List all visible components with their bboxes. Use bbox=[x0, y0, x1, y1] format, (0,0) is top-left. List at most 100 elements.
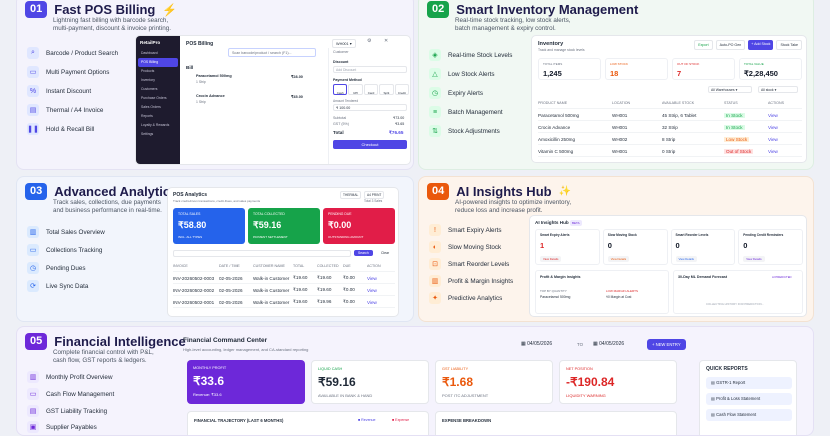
stat-card: TOTAL SALES ₹58.80 INCL. ALL TYPES bbox=[173, 208, 245, 244]
stat-card: TOTAL COLLECTED ₹59.16 PAYMENT SETTLEMEN… bbox=[248, 208, 320, 244]
store-select[interactable]: WH001 ▾ bbox=[332, 39, 356, 48]
wallet-icon: ▭ bbox=[27, 388, 39, 400]
warehouse-filter[interactable]: All Warehouses ▾ bbox=[708, 86, 752, 93]
view-link[interactable]: View bbox=[768, 149, 802, 154]
clear-button[interactable]: Clear bbox=[378, 250, 392, 256]
view-link[interactable]: View bbox=[768, 137, 802, 142]
checkout-button[interactable]: Checkout bbox=[333, 140, 407, 149]
view-link[interactable]: View bbox=[367, 276, 387, 281]
payment-option[interactable]: Cash bbox=[333, 84, 348, 95]
table-header: PRODUCT NAME LOCATION AVAILABLE STOCK STATU… bbox=[538, 98, 802, 109]
feature-item: ▤ GST Liability Tracking bbox=[27, 405, 107, 417]
section-analytics: 03 Advanced Analytics ▮▮ Track sales, co… bbox=[16, 176, 414, 322]
table-cell: In Stock bbox=[724, 124, 768, 130]
table-cell: DUE bbox=[343, 264, 351, 268]
date-from[interactable]: ▦ 04/05/2026 bbox=[521, 341, 552, 347]
view-link[interactable]: View bbox=[367, 300, 387, 305]
status-badge: In Stock bbox=[724, 124, 745, 130]
sync-icon: ⟳ bbox=[27, 280, 39, 292]
a4-print-tab[interactable]: A4 PRINT bbox=[364, 191, 385, 199]
section-inventory: 02 Smart Inventory Management Real-time … bbox=[418, 0, 814, 170]
payment-option[interactable]: Split bbox=[379, 84, 394, 95]
sidebar-item[interactable]: Customers bbox=[138, 85, 178, 94]
view-details-button[interactable]: View Details bbox=[607, 256, 630, 262]
analytics-subtitle: Track credit-driven transactions, credit… bbox=[173, 199, 261, 203]
search-button[interactable]: Search bbox=[354, 250, 373, 256]
printer-icon: ▤ bbox=[27, 104, 39, 116]
new-entry-button[interactable]: + NEW ENTRY bbox=[647, 339, 686, 350]
sidebar-item[interactable]: Products bbox=[138, 67, 178, 76]
table-cell: Crocin Advance bbox=[538, 124, 571, 130]
expense-card: EXPENSE BREAKDOWN bbox=[435, 411, 677, 435]
stat-card: LOW STOCK 18 bbox=[605, 58, 668, 80]
payment-option[interactable]: Credit bbox=[394, 84, 410, 95]
sidebar-item[interactable]: Dashboard bbox=[138, 49, 178, 58]
insight-label: Slow Moving Stock bbox=[607, 233, 637, 237]
discount-label: Discount bbox=[333, 60, 349, 64]
stock-filter[interactable]: All stock ▾ bbox=[758, 86, 798, 93]
table-cell: Walk-in Customer bbox=[253, 275, 290, 281]
sidebar-item[interactable]: Reports bbox=[138, 112, 178, 121]
table-cell: AVAILABLE STOCK bbox=[662, 101, 695, 105]
stat-label: TOTAL VALUE bbox=[744, 62, 764, 66]
view-details-button[interactable]: View Details bbox=[743, 256, 765, 262]
feature-item: ◐ Slow Moving Stock bbox=[429, 241, 501, 253]
thermal-tab[interactable]: THERMAL bbox=[340, 191, 362, 199]
table-cell: ACTIONS bbox=[768, 101, 784, 105]
total-value: ₹76.65 bbox=[389, 130, 404, 135]
amount-input[interactable]: ₹ 100.00 bbox=[333, 104, 407, 111]
feature-item: ◷ Pending Dues bbox=[27, 262, 86, 274]
sidebar-item[interactable]: Loyalty & Rewards bbox=[138, 121, 178, 130]
sidebar-item[interactable]: Inventory bbox=[138, 76, 178, 85]
table-cell: Walk-in Customer bbox=[253, 287, 290, 293]
payment-option[interactable]: Card bbox=[363, 84, 379, 95]
customer-label: Customer bbox=[333, 50, 349, 54]
cart-icon: ⊡ bbox=[429, 258, 441, 270]
sidebar-item[interactable]: Settings bbox=[138, 130, 178, 139]
payment-option[interactable]: UPI bbox=[348, 84, 363, 95]
report-link[interactable]: ▤ Cash Flow Statement bbox=[706, 409, 792, 421]
table-cell: 45 Strip, 6 Tablet bbox=[662, 112, 697, 118]
sales-count: Total 3 Sales bbox=[364, 199, 383, 203]
section-pos-billing: 01 Fast POS Billing ⚡ Lightning fast bil… bbox=[16, 0, 414, 170]
date-to-label: TO bbox=[577, 342, 584, 347]
inventory-actions: Export Auto-PO Gen + Add Stock Stock Tak… bbox=[694, 40, 802, 50]
feature-item: ◈ Real-time Stock Levels bbox=[429, 49, 512, 61]
export-button[interactable]: Export bbox=[694, 40, 713, 50]
auto-po-button[interactable]: Auto-PO Gen bbox=[715, 40, 746, 50]
table-cell: ₹19.60 bbox=[293, 275, 308, 280]
discount-input[interactable]: Add Discount bbox=[333, 66, 407, 73]
table-cell: ₹0.00 bbox=[343, 299, 355, 304]
table-row: INV-20260502-0002 02-05-2026 Walk-in Custo… bbox=[173, 285, 395, 296]
close-icon[interactable]: ✕ bbox=[384, 38, 388, 44]
stock-take-button[interactable]: Stock Take bbox=[776, 40, 802, 50]
table-cell: 02-05-2026 bbox=[219, 287, 243, 293]
view-link[interactable]: View bbox=[768, 113, 802, 118]
report-link[interactable]: ▤ Profit & Loss Statement bbox=[706, 393, 792, 405]
date-filter-input[interactable] bbox=[173, 250, 351, 257]
ai-app-window: AI Insights Hub BETA Smart Expiry Alerts… bbox=[529, 215, 807, 317]
inventory-title: Inventory bbox=[538, 41, 564, 47]
pos-app-window: RetailPro Dashboard POS Billing Products In… bbox=[135, 35, 411, 165]
sidebar-item[interactable]: Sales Orders bbox=[138, 103, 178, 112]
view-link[interactable]: View bbox=[768, 125, 802, 130]
table-cell: INV-20260502-0002 bbox=[173, 287, 215, 293]
table-cell: 32 Strip bbox=[662, 124, 678, 130]
settings-icon[interactable]: ⚙ bbox=[367, 38, 371, 44]
date-to[interactable]: ▦ 04/05/2026 bbox=[593, 341, 624, 347]
discount-icon: % bbox=[27, 85, 39, 97]
view-details-button[interactable]: View Details bbox=[540, 256, 562, 262]
add-stock-button[interactable]: + Add Stock bbox=[748, 40, 774, 50]
feature-item: ▥ Profit & Margin Insights bbox=[429, 275, 513, 287]
report-link[interactable]: ▤ GSTR-1 Report bbox=[706, 377, 792, 389]
barcode-search-input[interactable]: Scan barcode/product / search (F1)... bbox=[228, 48, 316, 57]
feature-item: ⇅ Stock Adjustments bbox=[429, 125, 500, 137]
table-cell: ACTION bbox=[367, 264, 381, 268]
sidebar-item[interactable]: Purchase Orders bbox=[138, 94, 178, 103]
view-link[interactable]: View bbox=[367, 288, 387, 293]
sidebar-item[interactable]: POS Billing bbox=[138, 58, 178, 67]
subtotal-label: Subtotal bbox=[333, 116, 347, 120]
view-details-button[interactable]: View Details bbox=[675, 256, 697, 262]
table-row: INV-20260502-0003 02-05-2026 Walk-in Custo… bbox=[173, 273, 395, 284]
section-subtitle: Complete financial control with P&L, cash… bbox=[53, 349, 154, 364]
